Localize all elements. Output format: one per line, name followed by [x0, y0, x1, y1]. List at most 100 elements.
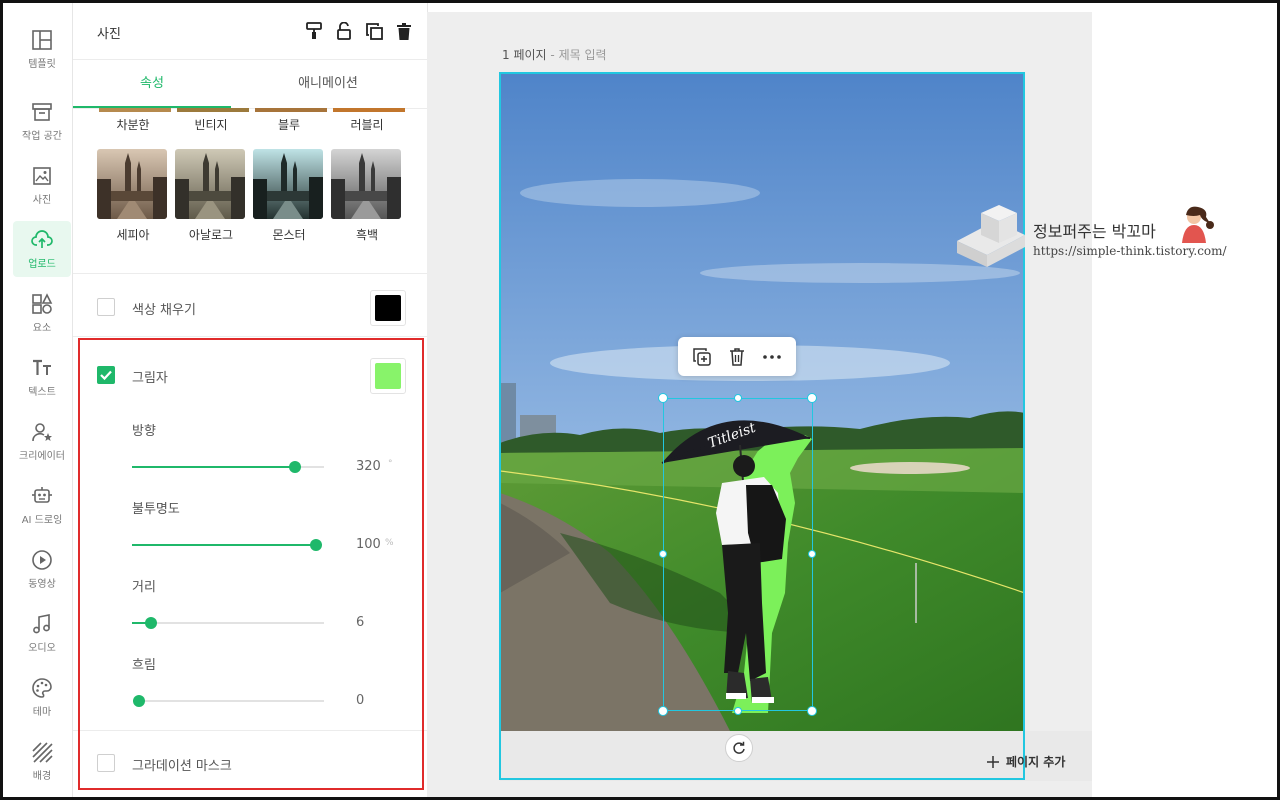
video-play-icon [32, 549, 52, 570]
shadow-color-swatch[interactable] [370, 358, 406, 394]
page-title-input[interactable]: 제목 입력 [559, 48, 607, 62]
filter-thumb-vintage-partial[interactable] [177, 108, 249, 112]
sidebar-item-photo[interactable]: 사진 [13, 157, 71, 213]
section-divider [73, 336, 427, 337]
sidebar-item-label: 업로드 [28, 258, 56, 270]
filter-label-monster: 몬스터 [272, 228, 306, 242]
panel-title: 사진 [97, 27, 121, 42]
filter-label-lovely: 러블리 [350, 118, 384, 132]
slider-knob[interactable] [145, 617, 158, 629]
sidebar-item-background[interactable]: 배경 [13, 733, 71, 789]
sidebar-item-audio[interactable]: 오디오 [13, 605, 71, 661]
add-page-label: 페이지 추가 [1006, 755, 1066, 769]
sidebar-item-template[interactable]: 템플릿 [13, 21, 71, 77]
rotate-button[interactable] [725, 734, 753, 762]
filter-thumb-monster[interactable] [253, 149, 323, 219]
sidebar-item-label: 오디오 [28, 642, 56, 654]
slider-knob[interactable] [310, 539, 322, 551]
element-floating-toolbar [678, 337, 796, 376]
slider-fill [132, 466, 296, 468]
distance-slider[interactable] [132, 616, 324, 630]
filter-thumb-calm-partial[interactable] [99, 108, 171, 112]
color-fill-checkbox[interactable] [97, 298, 115, 316]
paint-roller-icon[interactable] [305, 22, 323, 40]
watermark-name: 정보퍼주는 박꼬마 [1033, 222, 1156, 241]
opacity-unit: % [385, 538, 394, 548]
filter-thumb-black-white[interactable] [331, 149, 401, 219]
sidebar-item-label: 동영상 [28, 578, 56, 590]
page-number: 1 페이지 [502, 48, 547, 62]
left-nav-rail: 템플릿 작업 공간 사진 업로드 요소 텍스트 크리에이터 AI 드로잉 동영상… [3, 3, 72, 797]
resize-handle-bottom-right[interactable] [807, 706, 817, 716]
sidebar-item-label: 템플릿 [28, 58, 56, 70]
sidebar-item-video[interactable]: 동영상 [13, 541, 71, 597]
blur-slider[interactable] [133, 694, 324, 708]
page-caption: 1 페이지 - 제목 입력 [502, 46, 607, 63]
filter-label-calm: 차분한 [116, 118, 150, 132]
shadow-checkbox[interactable] [97, 366, 115, 384]
color-fill-color [375, 295, 401, 321]
page-caption-separator: - [550, 48, 555, 62]
tab-label: 애니메이션 [298, 76, 358, 91]
sidebar-item-label: 작업 공간 [22, 130, 62, 142]
sidebar-item-label: AI 드로잉 [21, 514, 63, 526]
color-fill-swatch[interactable] [370, 290, 406, 326]
tab-properties[interactable]: 속성 [73, 60, 231, 108]
direction-slider[interactable] [132, 460, 324, 474]
color-fill-label: 색상 채우기 [132, 303, 196, 318]
sidebar-item-elements[interactable]: 요소 [13, 285, 71, 341]
sidebar-item-upload[interactable]: 업로드 [13, 221, 71, 277]
sidebar-item-text[interactable]: 텍스트 [13, 349, 71, 405]
resize-handle-right[interactable] [808, 550, 816, 558]
opacity-label: 불투명도 [132, 502, 180, 517]
unlock-icon[interactable] [335, 22, 353, 40]
resize-handle-bottom-left[interactable] [658, 706, 668, 716]
properties-panel: 사진 속성 애니메이션 차분한 빈티지 블루 러블리 세피아 아날로그 몬스터 … [72, 3, 428, 797]
sidebar-item-theme[interactable]: 테마 [13, 669, 71, 725]
direction-label: 방향 [132, 424, 156, 439]
distance-value: 6 [356, 615, 365, 630]
panel-header: 사진 [73, 3, 427, 60]
slider-knob[interactable] [133, 695, 145, 707]
resize-handle-bottom[interactable] [734, 707, 742, 715]
resize-handle-top-right[interactable] [807, 393, 817, 403]
element-selection-box[interactable] [663, 398, 813, 711]
palette-icon [32, 677, 52, 698]
filter-thumb-sepia[interactable] [97, 149, 167, 219]
trash-icon[interactable] [726, 346, 748, 368]
filter-thumb-analog[interactable] [175, 149, 245, 219]
blur-label: 흐림 [132, 658, 156, 673]
workspace-icon [32, 102, 52, 121]
duplicate-icon[interactable] [365, 22, 383, 40]
sidebar-item-workspace[interactable]: 작업 공간 [13, 93, 71, 149]
sidebar-item-ai-drawing[interactable]: AI 드로잉 [13, 477, 71, 533]
text-icon [33, 359, 51, 375]
more-icon[interactable] [761, 346, 783, 368]
shapes-icon [32, 292, 53, 314]
gradient-mask-label: 그라데이션 마스크 [132, 759, 232, 774]
filter-label-blue: 블루 [277, 118, 301, 132]
watermark-character-icon [1182, 206, 1214, 243]
add-page-button[interactable]: 페이지 추가 [986, 753, 1065, 770]
panel-header-actions [305, 22, 413, 40]
slider-knob[interactable] [289, 461, 302, 473]
watermark-url: https://simple-think.tistory.com/ [1033, 244, 1227, 258]
filter-thumb-lovely-partial[interactable] [333, 108, 405, 112]
filter-label-vintage: 빈티지 [194, 118, 228, 132]
resize-handle-top[interactable] [734, 394, 742, 402]
section-divider [73, 273, 427, 274]
sidebar-item-creator[interactable]: 크리에이터 [13, 413, 71, 469]
upload-cloud-icon [31, 229, 53, 248]
trash-icon[interactable] [395, 22, 413, 40]
sidebar-item-label: 텍스트 [28, 386, 56, 398]
resize-handle-left[interactable] [659, 550, 667, 558]
duplicate-plus-icon[interactable] [691, 346, 713, 368]
panel-tabs: 속성 애니메이션 [73, 60, 427, 109]
resize-handle-top-left[interactable] [658, 393, 668, 403]
filter-thumb-blue-partial[interactable] [255, 108, 327, 112]
gradient-mask-checkbox[interactable] [97, 754, 115, 772]
direction-unit: ° [388, 459, 393, 469]
music-note-icon [33, 613, 50, 633]
opacity-slider[interactable] [132, 538, 322, 552]
tab-animation[interactable]: 애니메이션 [249, 60, 407, 108]
